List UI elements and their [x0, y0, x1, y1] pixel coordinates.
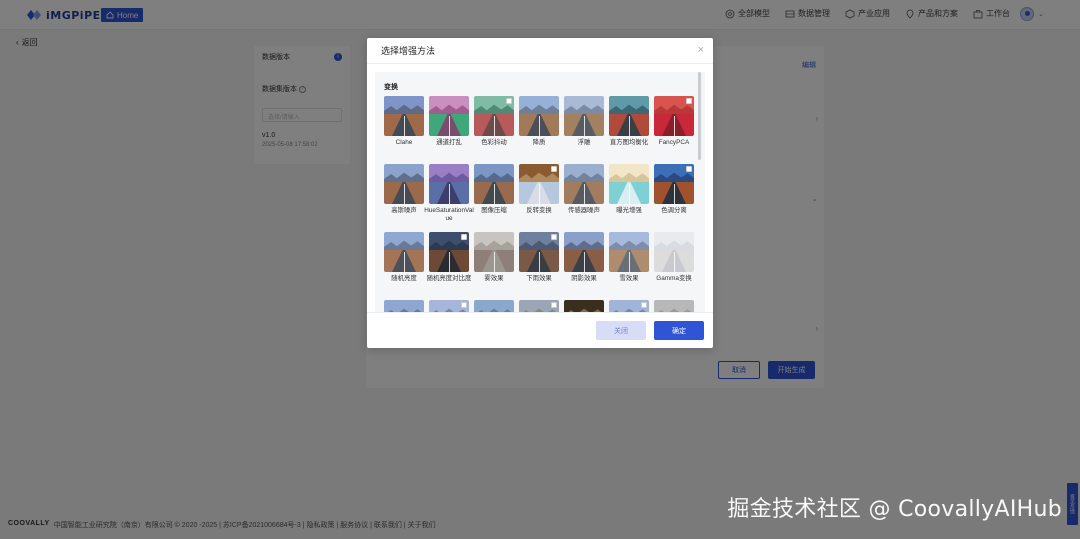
method-thumbnail [609, 300, 649, 312]
checkbox[interactable] [686, 98, 692, 104]
method-option[interactable]: 高斯噪声 [384, 164, 424, 215]
method-thumbnail [474, 232, 514, 272]
checkbox[interactable] [686, 166, 692, 172]
dialog-header: 选择增强方法 [367, 38, 713, 64]
method-option[interactable]: FancyPCA [654, 96, 694, 147]
method-thumbnail [474, 96, 514, 136]
dialog-body[interactable]: 变换 Clahe 通道打乱 色彩抖动 降质 浮雕 直方图均衡化 FancyPCA 高斯噪声 Hu… [375, 72, 705, 312]
method-thumbnail [429, 300, 469, 312]
method-option[interactable] [609, 300, 649, 312]
method-option[interactable]: 浮雕 [564, 96, 604, 147]
method-thumbnail [564, 164, 604, 204]
method-option[interactable]: 传感器噪声 [564, 164, 604, 215]
checkbox[interactable] [641, 302, 647, 308]
method-option[interactable]: 随机亮度对比度 [427, 232, 471, 283]
method-option[interactable]: 阴影效果 [564, 232, 604, 283]
method-option[interactable]: 反转变换 [519, 164, 559, 215]
method-label: Gamma变换 [656, 275, 692, 282]
method-option[interactable] [474, 300, 514, 312]
close-icon[interactable]: × [698, 44, 704, 56]
method-label: 色调分离 [661, 207, 687, 214]
method-option[interactable] [429, 300, 469, 312]
method-thumbnail [474, 300, 514, 312]
method-thumbnail [654, 164, 694, 204]
method-option[interactable] [564, 300, 604, 312]
method-thumbnail [384, 164, 424, 204]
method-thumbnail [654, 232, 694, 272]
method-option[interactable] [519, 300, 559, 312]
method-thumbnail [429, 232, 469, 272]
confirm-button[interactable]: 确定 [654, 321, 704, 340]
method-option[interactable]: 图像压缩 [474, 164, 514, 215]
method-thumbnail [429, 164, 469, 204]
method-option[interactable]: 下雨效果 [519, 232, 559, 283]
method-option[interactable] [654, 300, 694, 312]
method-option[interactable]: 降质 [519, 96, 559, 147]
method-thumbnail [384, 96, 424, 136]
checkbox[interactable] [506, 98, 512, 104]
close-button[interactable]: 关闭 [596, 321, 646, 340]
method-thumbnail [384, 232, 424, 272]
dialog-footer: 关闭 确定 [367, 312, 713, 348]
method-thumbnail [429, 96, 469, 136]
method-option[interactable]: 曝光增强 [609, 164, 649, 215]
method-thumbnail [564, 232, 604, 272]
method-thumbnail [474, 164, 514, 204]
method-option[interactable]: 直方图均衡化 [609, 96, 649, 147]
method-option[interactable]: 随机亮度 [384, 232, 424, 283]
method-thumbnail [609, 164, 649, 204]
method-option[interactable]: Clahe [384, 96, 424, 147]
enhance-method-dialog: 选择增强方法 × 变换 Clahe 通道打乱 色彩抖动 降质 浮雕 直方图均衡化 Fancy… [367, 38, 713, 348]
method-option[interactable]: 雾效果 [474, 232, 514, 283]
method-thumbnail [384, 300, 424, 312]
watermark: 掘金技术社区 @ CoovallyAIHub [727, 497, 1062, 522]
checkbox[interactable] [551, 166, 557, 172]
method-thumbnail [609, 232, 649, 272]
checkbox[interactable] [551, 302, 557, 308]
method-thumbnail [654, 300, 694, 312]
method-option[interactable]: 色调分离 [654, 164, 694, 215]
method-thumbnail [519, 232, 559, 272]
method-option[interactable] [384, 300, 424, 312]
method-thumbnail [564, 96, 604, 136]
section-title: 变换 [384, 84, 398, 91]
method-thumbnail [519, 300, 559, 312]
method-thumbnail [519, 96, 559, 136]
method-option[interactable]: 色彩抖动 [474, 96, 514, 147]
method-option[interactable]: 雪效果 [609, 232, 649, 283]
method-label: FancyPCA [658, 139, 690, 146]
method-thumbnail [609, 96, 649, 136]
checkbox[interactable] [551, 234, 557, 240]
method-thumbnail [654, 96, 694, 136]
checkbox[interactable] [461, 234, 467, 240]
dialog-title: 选择增强方法 [381, 46, 436, 56]
checkbox[interactable] [461, 302, 467, 308]
method-thumbnail [519, 164, 559, 204]
method-option[interactable]: 通道打乱 [429, 96, 469, 147]
method-option[interactable]: Gamma变换 [654, 232, 694, 283]
method-option[interactable]: HueSaturationValue [424, 164, 474, 223]
method-thumbnail [564, 300, 604, 312]
